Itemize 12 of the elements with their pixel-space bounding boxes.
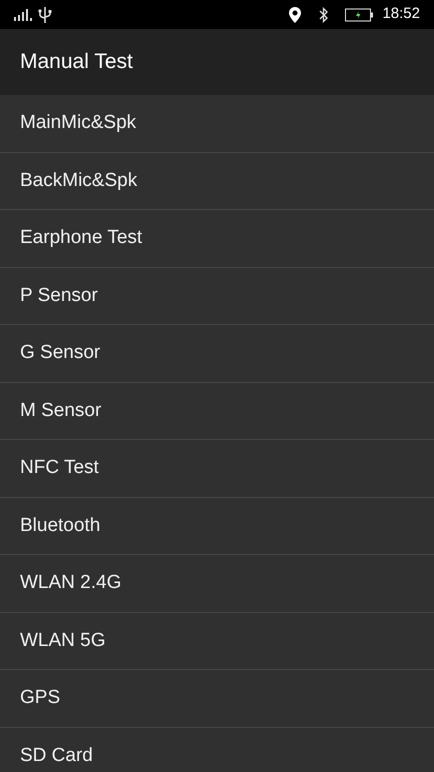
- app-title: Manual Test: [20, 49, 133, 76]
- signal-icon: [14, 8, 32, 20]
- clock-time: 18:52: [382, 4, 420, 24]
- test-list-item[interactable]: WLAN 5G: [0, 612, 434, 670]
- test-list-item[interactable]: M Sensor: [0, 382, 434, 440]
- location-pin-icon: [289, 6, 302, 22]
- test-list-item[interactable]: Bluetooth: [0, 498, 434, 555]
- test-list-item[interactable]: P Sensor: [0, 268, 434, 325]
- bluetooth-icon: [319, 6, 330, 22]
- test-list-item[interactable]: BackMic&Spk: [0, 152, 434, 210]
- battery-charging-icon: [345, 8, 374, 22]
- usb-icon: [38, 6, 52, 22]
